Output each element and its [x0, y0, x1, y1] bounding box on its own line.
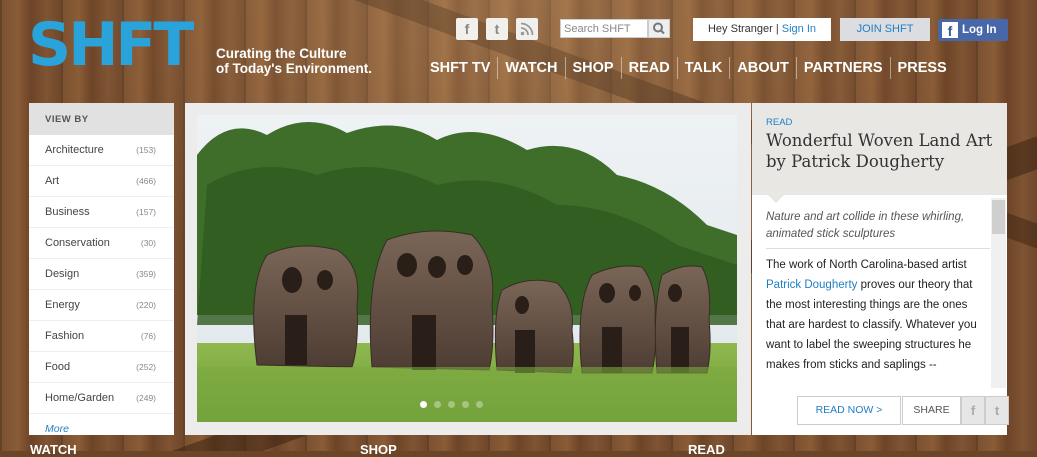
rss-icon[interactable]: [516, 18, 538, 40]
article-divider: [766, 248, 990, 249]
tagline: Curating the Culture of Today's Environm…: [216, 46, 372, 76]
facebook-share-icon[interactable]: f: [961, 396, 985, 425]
more-link[interactable]: More: [29, 414, 174, 444]
logo[interactable]: SHFT: [28, 10, 194, 80]
category-item[interactable]: Art (466): [29, 166, 174, 197]
carousel-dot[interactable]: [476, 401, 483, 408]
carousel-dot[interactable]: [462, 401, 469, 408]
join-button[interactable]: JOIN SHFT: [840, 18, 930, 41]
category-label: Home/Garden: [45, 392, 115, 404]
category-item[interactable]: Business (157): [29, 197, 174, 228]
category-count: (157): [136, 207, 156, 217]
section-shop[interactable]: SHOP: [360, 442, 397, 457]
carousel-dot[interactable]: [420, 401, 427, 408]
nav-watch[interactable]: WATCH: [497, 57, 564, 79]
category-label: Art: [45, 175, 60, 187]
article-body-intro: The work of North Carolina-based artist: [766, 259, 967, 271]
category-label: Architecture: [45, 144, 104, 156]
category-label: Energy: [45, 299, 80, 311]
category-item[interactable]: Energy (220): [29, 290, 174, 321]
carousel-dots: [420, 401, 483, 408]
category-item[interactable]: Architecture (153): [29, 135, 174, 166]
sign-in-link[interactable]: Sign In: [782, 23, 816, 35]
search-input[interactable]: Search SHFT: [560, 19, 648, 38]
view-by-heading: VIEW BY: [29, 103, 174, 135]
user-greeting: Hey Stranger | Sign In: [693, 18, 831, 41]
category-label: Conservation: [45, 237, 110, 249]
nav-press[interactable]: PRESS: [889, 57, 954, 79]
category-count: (359): [136, 269, 156, 279]
carousel-dot[interactable]: [448, 401, 455, 408]
category-item[interactable]: Food (252): [29, 352, 174, 383]
article-deck: Nature and art collide in these whirling…: [766, 211, 965, 240]
article-body-text: proves our theory that the most interest…: [766, 279, 977, 371]
artist-link[interactable]: Patrick Dougherty: [766, 279, 857, 291]
facebook-login-button[interactable]: f Log In: [938, 19, 1008, 41]
category-count: (30): [140, 238, 156, 248]
category-item[interactable]: Conservation (30): [29, 228, 174, 259]
section-watch[interactable]: WATCH: [30, 442, 77, 457]
featured-article: READ Wonderful Woven Land Art by Patrick…: [752, 103, 1007, 435]
read-now-button[interactable]: READ NOW >: [797, 396, 901, 425]
nav-partners[interactable]: PARTNERS: [795, 57, 890, 79]
category-label: Fashion: [45, 330, 85, 342]
category-count: (153): [136, 145, 156, 155]
view-by-panel: VIEW BY Architecture (153) Art (466) Busin…: [29, 103, 174, 435]
nav-read[interactable]: READ: [620, 57, 677, 79]
tagline-line-2: of Today's Environment.: [216, 61, 372, 76]
category-item[interactable]: Design (359): [29, 259, 174, 290]
article-headline[interactable]: Wonderful Woven Land Art by Patrick Doug…: [766, 130, 998, 172]
main-nav: SHFT TV WATCH SHOP READ TALK ABOUT PARTN…: [423, 57, 954, 79]
facebook-icon: f: [942, 22, 958, 39]
category-item[interactable]: Home/Garden (249): [29, 383, 174, 414]
search-button[interactable]: [648, 19, 670, 38]
share-label: SHARE: [902, 396, 961, 425]
scrollbar-thumb[interactable]: [992, 200, 1005, 234]
category-count: (249): [136, 393, 156, 403]
nav-about[interactable]: ABOUT: [729, 57, 796, 79]
hero-image[interactable]: [197, 115, 737, 422]
nav-shop[interactable]: SHOP: [564, 57, 621, 79]
facebook-login-label: Log In: [962, 24, 997, 36]
article-fade: [752, 373, 990, 393]
category-label: Design: [45, 268, 80, 280]
article-scrollbar[interactable]: [991, 198, 1006, 388]
twitter-share-icon[interactable]: t: [985, 396, 1009, 425]
category-count: (76): [140, 331, 156, 341]
category-count: (466): [136, 176, 156, 186]
article-notch: [768, 195, 784, 203]
facebook-icon[interactable]: f: [456, 18, 478, 40]
category-item[interactable]: Fashion (76): [29, 321, 174, 352]
section-read[interactable]: READ: [688, 442, 725, 457]
article-body: The work of North Carolina-based artist …: [766, 255, 988, 375]
search-icon: [653, 22, 665, 35]
nav-talk[interactable]: TALK: [676, 57, 730, 79]
nav-shft-tv[interactable]: SHFT TV: [423, 57, 497, 79]
article-kicker[interactable]: READ: [766, 117, 792, 128]
category-count: (252): [136, 362, 156, 372]
carousel-dot[interactable]: [434, 401, 441, 408]
greeting-text: Hey Stranger |: [707, 23, 782, 35]
twitter-icon[interactable]: t: [486, 18, 508, 40]
category-count: (220): [136, 300, 156, 310]
category-label: Food: [45, 361, 71, 373]
tagline-line-1: Curating the Culture: [216, 46, 347, 61]
category-label: Business: [45, 206, 90, 218]
